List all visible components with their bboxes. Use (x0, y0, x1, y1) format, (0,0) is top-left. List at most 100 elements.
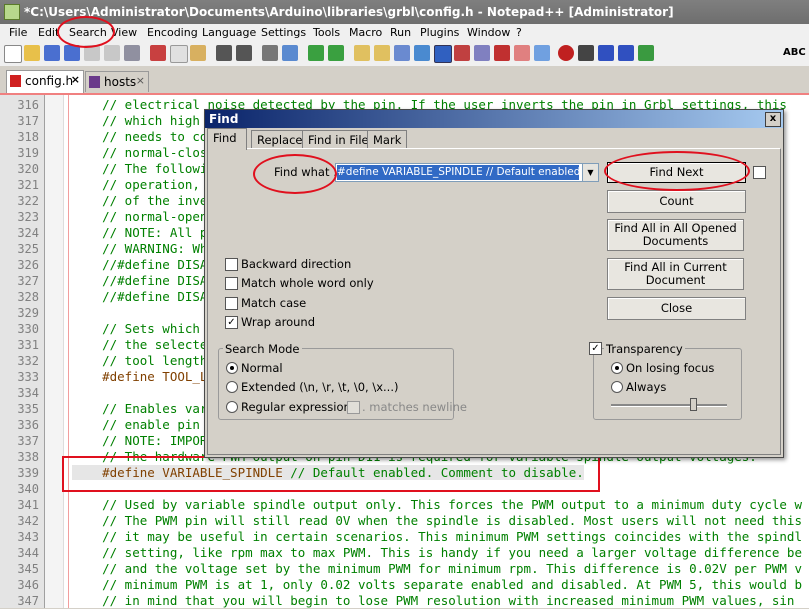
sync-horizontal-icon[interactable] (374, 45, 390, 61)
menu-macro[interactable]: Macro (349, 26, 382, 39)
spellcheck-icon[interactable]: ABC (783, 47, 806, 58)
find-icon[interactable] (262, 45, 278, 61)
always-radio[interactable] (611, 381, 623, 393)
zoom-in-icon[interactable] (308, 45, 324, 61)
search-mode-regex-radio[interactable] (226, 401, 238, 413)
tab-replace[interactable]: Replace (251, 130, 309, 149)
word-wrap-icon[interactable] (394, 45, 410, 61)
code-line[interactable]: 343 // it may be useful in certain scena… (0, 529, 809, 545)
undo-icon[interactable] (216, 45, 232, 61)
find-what-input[interactable]: #define VARIABLE_SPINDLE // Default enab… (335, 163, 599, 182)
code-line[interactable]: 339 #define VARIABLE_SPINDLE // Default … (0, 465, 809, 481)
close-button[interactable]: Close (607, 297, 746, 320)
on-losing-focus-label: On losing focus (626, 361, 715, 375)
search-mode-title: Search Mode (223, 342, 302, 356)
menu-settings[interactable]: Settings (261, 26, 306, 39)
code-text: // minimum PWM is at 1, only 0.02 volts … (72, 577, 802, 592)
new-file-icon[interactable] (4, 45, 22, 63)
doc-map-icon[interactable] (474, 45, 490, 61)
menu-search[interactable]: Search (69, 26, 107, 39)
save-all-icon[interactable] (64, 45, 80, 61)
tab-hosts[interactable]: hosts × (85, 71, 149, 92)
line-number: 343 (17, 530, 39, 544)
menu-encoding[interactable]: Encoding (147, 26, 198, 39)
close-tab-icon[interactable]: × (71, 73, 80, 86)
search-mode-normal-radio[interactable] (226, 362, 238, 374)
on-losing-focus-radio[interactable] (611, 362, 623, 374)
menu-window[interactable]: Window (467, 26, 510, 39)
line-number: 340 (17, 482, 39, 496)
transparency-slider-thumb[interactable] (690, 398, 697, 411)
match-whole-word-checkbox[interactable] (225, 277, 238, 290)
line-number: 329 (17, 306, 39, 320)
language-icon[interactable] (454, 45, 470, 61)
code-line[interactable]: 340 (0, 481, 809, 497)
find-next-button[interactable]: Find Next (607, 162, 746, 183)
line-number: 336 (17, 418, 39, 432)
count-button[interactable]: Count (607, 190, 746, 213)
sync-vertical-icon[interactable] (354, 45, 370, 61)
matches-newline-checkbox[interactable] (347, 401, 360, 414)
chevron-down-icon[interactable]: ▼ (582, 164, 598, 181)
find-all-opened-button[interactable]: Find All in All Opened Documents (607, 219, 744, 251)
tab-mark[interactable]: Mark (367, 130, 408, 149)
transparency-slider-track[interactable] (611, 404, 727, 407)
line-number: 327 (17, 274, 39, 288)
menu-tools[interactable]: Tools (313, 26, 340, 39)
indent-guide-icon[interactable] (434, 45, 452, 63)
save-icon[interactable] (44, 45, 60, 61)
code-line[interactable]: 346 // minimum PWM is at 1, only 0.02 vo… (0, 577, 809, 593)
line-number: 323 (17, 210, 39, 224)
code-line[interactable]: 347 // in mind that you will begin to lo… (0, 593, 809, 609)
tab-find[interactable]: Find (207, 128, 247, 150)
code-text: // normal-closed (72, 145, 223, 160)
code-line[interactable]: 342 // The PWM pin will still read 0V wh… (0, 513, 809, 529)
monitoring-icon[interactable] (534, 45, 550, 61)
run-macro-multiple-icon[interactable] (618, 45, 634, 61)
print-icon[interactable] (124, 45, 140, 61)
record-macro-icon[interactable] (558, 45, 574, 61)
menu-language[interactable]: Language (202, 26, 256, 39)
zoom-out-icon[interactable] (328, 45, 344, 61)
menu-file[interactable]: File (9, 26, 27, 39)
folder-workspace-icon[interactable] (514, 45, 530, 61)
menu-view[interactable]: View (111, 26, 137, 39)
function-list-icon[interactable] (494, 45, 510, 61)
menu-help[interactable]: ? (516, 26, 522, 39)
tab-config-h[interactable]: config.h × (6, 70, 84, 93)
line-number: 344 (17, 546, 39, 560)
menu-plugins[interactable]: Plugins (420, 26, 459, 39)
code-line[interactable]: 344 // setting, like rpm max to max PWM.… (0, 545, 809, 561)
tab-label: hosts (104, 75, 137, 89)
line-number: 330 (17, 322, 39, 336)
open-file-icon[interactable] (24, 45, 40, 61)
cut-icon[interactable] (150, 45, 166, 61)
replace-icon[interactable] (282, 45, 298, 61)
unsaved-file-icon (10, 75, 21, 87)
dialog-close-button[interactable]: x (765, 112, 781, 127)
stop-macro-icon[interactable] (578, 45, 594, 61)
close-tab-icon[interactable]: × (136, 74, 145, 87)
dialog-title-bar: Find x (205, 110, 783, 128)
menu-run[interactable]: Run (390, 26, 411, 39)
code-line[interactable]: 345 // and the voltage set by the minimu… (0, 561, 809, 577)
copy-icon[interactable] (170, 45, 188, 63)
transparency-checkbox[interactable]: ✓ (589, 342, 602, 355)
save-macro-icon[interactable] (638, 45, 654, 61)
find-all-current-button[interactable]: Find All in Current Document (607, 258, 744, 290)
wrap-around-checkbox[interactable]: ✓ (225, 316, 238, 329)
close-icon[interactable] (84, 45, 100, 61)
paste-icon[interactable] (190, 45, 206, 61)
show-all-chars-icon[interactable] (414, 45, 430, 61)
find-next-option-checkbox[interactable] (753, 166, 766, 179)
match-case-checkbox[interactable] (225, 297, 238, 310)
match-case-label: Match case (241, 296, 307, 310)
close-all-icon[interactable] (104, 45, 120, 61)
redo-icon[interactable] (236, 45, 252, 61)
menu-edit[interactable]: Edit (38, 26, 59, 39)
backward-direction-checkbox[interactable] (225, 258, 238, 271)
code-text: #define VARIABLE_SPINDLE // Default enab… (72, 465, 584, 480)
code-line[interactable]: 341 // Used by variable spindle output o… (0, 497, 809, 513)
play-macro-icon[interactable] (598, 45, 614, 61)
search-mode-extended-radio[interactable] (226, 381, 238, 393)
